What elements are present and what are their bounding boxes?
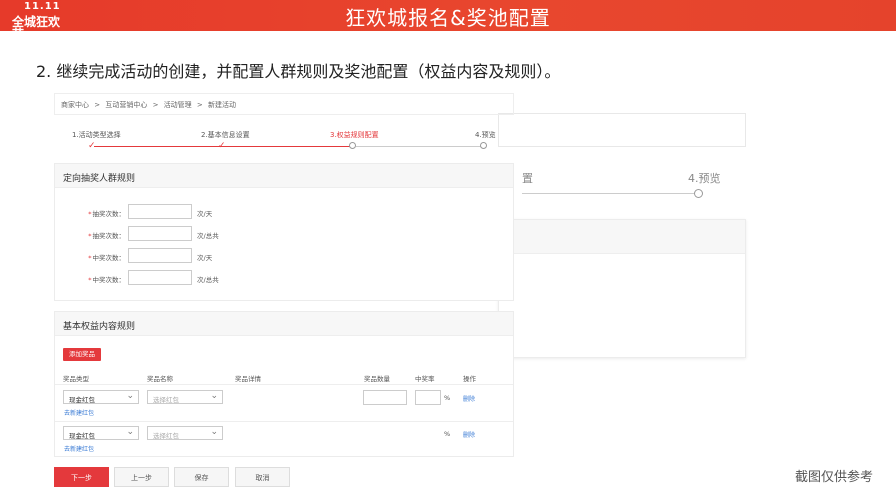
form-row: *抽奖次数： 次/天 [55, 204, 515, 220]
breadcrumb-separator: > [152, 101, 159, 109]
section-title: 定向抽奖人群规则 [55, 164, 513, 188]
breadcrumb-current: 新建活动 [208, 101, 237, 109]
disclaimer-text: 截图仅供参考 [795, 470, 874, 485]
previous-step-button[interactable]: 上一步 [114, 467, 169, 487]
add-prize-button[interactable]: 添加奖品 [63, 348, 101, 361]
select-value: 现金红包 [69, 432, 95, 440]
ghost-breadcrumb-bar [498, 113, 746, 147]
top-banner: 11.11 全城狂欢节 狂欢城报名&奖池配置 [0, 0, 896, 40]
win-count-daily-input[interactable] [128, 248, 192, 263]
next-step-button[interactable]: 下一步 [54, 467, 109, 487]
step-3-dot [349, 142, 356, 149]
chevron-down-icon: ⌄ [126, 391, 134, 401]
field-label: *抽奖次数： [75, 230, 125, 240]
breadcrumb-item[interactable]: 活动管理 [164, 101, 192, 109]
step-4-dot [480, 142, 487, 149]
breadcrumb-item[interactable]: 互动营销中心 [105, 101, 147, 109]
chevron-down-icon: ⌄ [126, 427, 134, 437]
required-mark: * [88, 232, 92, 240]
field-unit: 次/天 [197, 210, 213, 218]
step-4-label: 4.预览 [475, 131, 496, 139]
column-header: 奖品详情 [235, 375, 261, 383]
field-label-text: 中奖次数： [92, 254, 126, 262]
required-mark: * [88, 210, 92, 218]
select-placeholder: 选择红包 [153, 396, 179, 404]
ghost-step-label-last: 4.预览 [688, 172, 721, 185]
field-label-text: 中奖次数： [92, 276, 126, 284]
section-title: 基本权益内容规则 [55, 312, 513, 336]
step-3-label: 3.权益规则配置 [330, 131, 379, 139]
prize-type-select[interactable]: 现金红包 ⌄ [63, 426, 139, 440]
delete-link[interactable]: 删除 [463, 394, 475, 403]
prize-type-select[interactable]: 现金红包 ⌄ [63, 390, 139, 404]
ghost-step-label: 置 [522, 172, 533, 185]
ghost-step-dot [694, 189, 703, 198]
save-button[interactable]: 保存 [174, 467, 229, 487]
select-placeholder: 选择红包 [153, 432, 179, 440]
prize-name-select[interactable]: 选择红包 ⌄ [147, 426, 223, 440]
percent-sign: % [444, 394, 451, 402]
chevron-down-icon: ⌄ [210, 391, 218, 401]
field-label-text: 抽奖次数： [92, 232, 126, 240]
column-header: 操作 [463, 375, 476, 383]
cancel-button[interactable]: 取消 [235, 467, 290, 487]
create-red-packet-link[interactable]: 去新建红包 [64, 408, 94, 417]
breadcrumb-separator: > [196, 101, 203, 109]
draw-count-daily-input[interactable] [128, 204, 192, 219]
required-mark: * [88, 254, 92, 262]
field-label: *抽奖次数： [75, 208, 125, 218]
column-header: 奖品名称 [147, 375, 173, 383]
breadcrumb-separator: > [94, 101, 101, 109]
column-header: 奖品类型 [63, 375, 89, 383]
instruction-text: 2. 继续完成活动的创建，并配置人群规则及奖池配置（权益内容及规则）。 [36, 62, 561, 81]
banner-title: 狂欢城报名&奖池配置 [345, 6, 551, 30]
check-icon: ✓ [218, 141, 226, 151]
step-2-label: 2.基本信息设置 [201, 131, 250, 139]
field-unit: 次/天 [197, 254, 213, 262]
header-divider [55, 384, 513, 385]
step-line-pending [356, 146, 484, 147]
field-label: *中奖次数： [75, 252, 125, 262]
field-unit: 次/总共 [197, 232, 219, 240]
delete-link[interactable]: 删除 [463, 430, 475, 439]
ghost-section-header [499, 220, 745, 254]
win-count-total-input[interactable] [128, 270, 192, 285]
row-divider [55, 421, 513, 422]
column-header: 中奖率 [415, 375, 435, 383]
required-mark: * [88, 276, 92, 284]
check-icon: ✓ [88, 141, 96, 151]
breadcrumb: 商家中心 > 互动营销中心 > 活动管理 > 新建活动 [54, 93, 514, 115]
crowd-rules-section: 定向抽奖人群规则 *抽奖次数： 次/天 *抽奖次数： 次/总共 *中奖次数： 次… [54, 163, 514, 301]
prize-rules-section: 基本权益内容规则 添加奖品 奖品类型 奖品名称 奖品详情 奖品数量 中奖率 操作… [54, 311, 514, 457]
select-value: 现金红包 [69, 396, 95, 404]
chevron-down-icon: ⌄ [210, 427, 218, 437]
form-row: *抽奖次数： 次/总共 [55, 226, 515, 242]
breadcrumb-item[interactable]: 商家中心 [61, 101, 89, 109]
column-header: 奖品数量 [364, 375, 390, 383]
draw-count-total-input[interactable] [128, 226, 192, 241]
field-label-text: 抽奖次数： [92, 210, 126, 218]
form-row: *中奖次数： 次/天 [55, 248, 515, 264]
prize-quantity-input[interactable] [363, 390, 407, 405]
field-unit: 次/总共 [197, 276, 219, 284]
win-rate-input[interactable] [415, 390, 441, 405]
background-screenshot: 置 4.预览 [498, 113, 746, 358]
percent-sign: % [444, 430, 451, 438]
form-row: *中奖次数： 次/总共 [55, 270, 515, 286]
field-label: *中奖次数： [75, 274, 125, 284]
create-red-packet-link[interactable]: 去新建红包 [64, 444, 94, 453]
step-1-label: 1.活动类型选择 [72, 131, 121, 139]
ghost-section [498, 219, 746, 358]
ghost-step-line [522, 193, 694, 194]
step-progress: 1.活动类型选择 2.基本信息设置 3.权益规则配置 4.预览 ✓ ✓ [54, 124, 514, 152]
prize-name-select[interactable]: 选择红包 ⌄ [147, 390, 223, 404]
